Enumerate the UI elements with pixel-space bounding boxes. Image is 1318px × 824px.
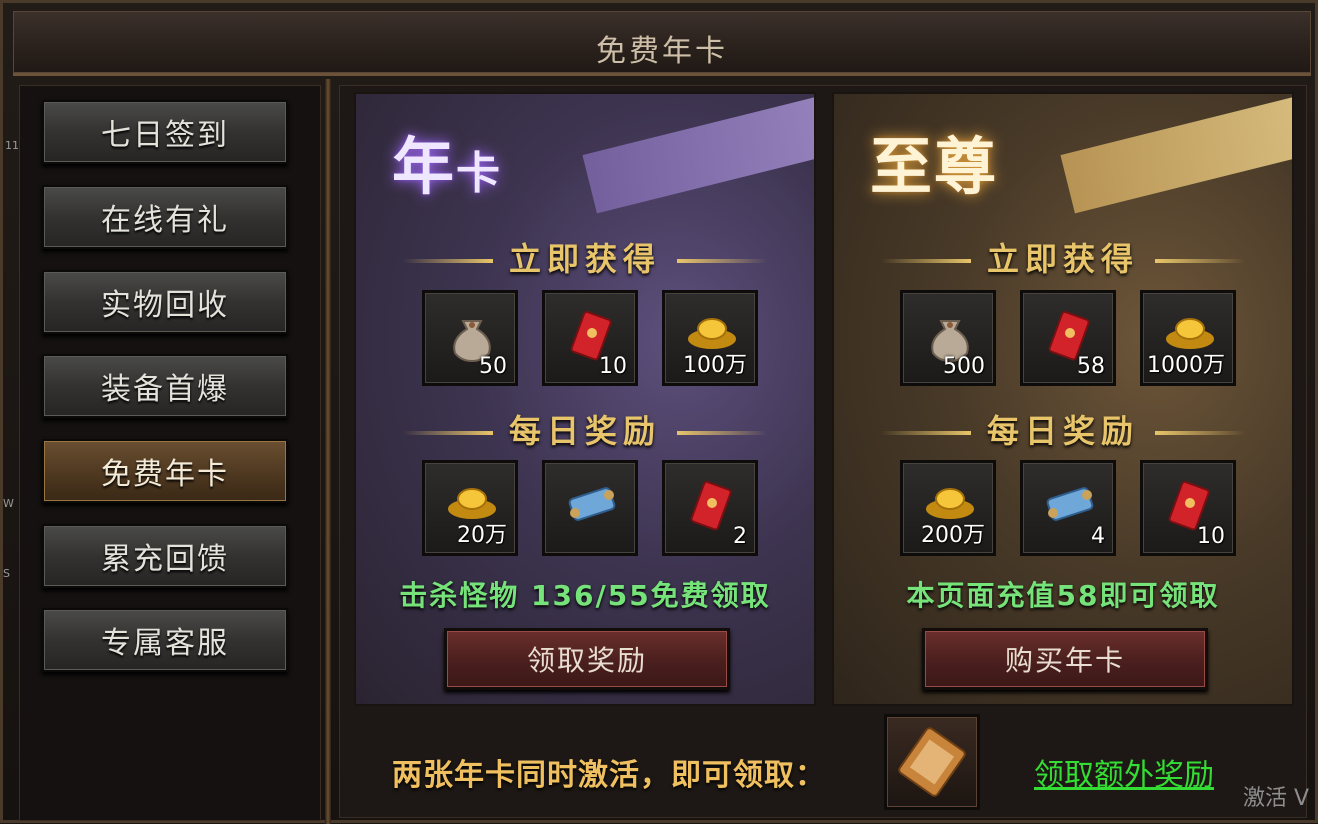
item-count: 50	[479, 354, 507, 379]
daily-items: 200万 4 10	[900, 460, 1236, 556]
supreme-card-panel: 至尊 立即获得 500 58 1000万 每日奖励 200万 4 10 本页面充…	[832, 92, 1294, 706]
game-window: 免费年卡 11 F9 W D S 七日签到 在线有礼 实物回收 装备首爆 免费年…	[0, 0, 1318, 824]
window-title: 免费年卡	[596, 34, 728, 69]
supreme-card-logo: 至尊	[870, 116, 998, 206]
logo-sub-char: 卡	[456, 148, 503, 199]
scroll-icon	[568, 487, 616, 521]
ornament-icon	[677, 431, 767, 435]
immediate-items: 50 10 100万	[422, 290, 758, 386]
nav-item-recycle[interactable]: 实物回收	[42, 270, 288, 334]
bonus-reward-slot[interactable]	[884, 714, 980, 810]
reward-slot[interactable]: 10	[542, 290, 638, 386]
section-heading: 每日奖励	[356, 406, 814, 452]
claim-extra-reward-link[interactable]: 领取额外奖励	[1034, 750, 1214, 794]
nav-free-annual-card[interactable]: 免费年卡	[42, 439, 288, 503]
nav-recharge-reward[interactable]: 累充回馈	[42, 524, 288, 588]
ornament-icon	[1155, 259, 1245, 263]
nav-seven-day-signin[interactable]: 七日签到	[42, 100, 288, 164]
bonus-description: 两张年卡同时激活，即可领取：	[392, 758, 826, 793]
item-count: 10	[1197, 524, 1225, 549]
item-count: 200万	[921, 523, 985, 548]
ornament-icon	[402, 259, 493, 263]
ribbon-decoration	[582, 94, 814, 214]
panel-divider	[325, 79, 331, 824]
nav-online-gift[interactable]: 在线有礼	[42, 185, 288, 249]
title-underline	[13, 73, 1311, 76]
bonus-bar: 两张年卡同时激活，即可领取： 领取额外奖励	[340, 712, 1306, 816]
treasure-scroll-icon	[898, 727, 966, 797]
reward-slot[interactable]: 1000万	[1140, 290, 1236, 386]
edge-label: W	[3, 497, 14, 510]
annual-card-panel: 年卡 立即获得 50 10 100万 每日奖励 20万 2 击杀怪物 136/5…	[354, 92, 816, 706]
item-count: 100万	[683, 353, 747, 378]
logo-main-char: 至	[870, 130, 935, 203]
main-panel: 年卡 立即获得 50 10 100万 每日奖励 20万 2 击杀怪物 136/5…	[339, 85, 1307, 818]
watermark-text: 激活 V	[1242, 786, 1309, 811]
reward-slot[interactable]: 50	[422, 290, 518, 386]
section-title: 立即获得	[986, 240, 1139, 278]
ornament-icon	[402, 431, 493, 435]
daily-items: 20万 2	[422, 460, 758, 556]
section-heading: 每日奖励	[834, 406, 1292, 452]
annual-card-logo: 年卡	[392, 116, 502, 206]
item-count: 2	[733, 524, 747, 549]
section-title: 每日奖励	[508, 412, 661, 450]
item-count: 4	[1091, 524, 1105, 549]
ornament-icon	[677, 259, 767, 263]
logo-sub-char: 尊	[934, 130, 999, 203]
title-bar: 免费年卡	[13, 11, 1311, 73]
section-title: 每日奖励	[986, 412, 1139, 450]
ornament-icon	[1155, 431, 1245, 435]
item-count: 20万	[457, 523, 507, 548]
reward-slot[interactable]: 2	[662, 460, 758, 556]
reward-slot[interactable]: 500	[900, 290, 996, 386]
edge-label: S	[3, 567, 10, 580]
claim-reward-button[interactable]: 领取奖励	[444, 628, 730, 690]
item-count: 500	[943, 354, 985, 379]
item-count: 10	[599, 354, 627, 379]
nav-first-drop[interactable]: 装备首爆	[42, 354, 288, 418]
section-title: 立即获得	[508, 240, 661, 278]
logo-main-char: 年	[392, 130, 457, 203]
nav-customer-service[interactable]: 专属客服	[42, 608, 288, 672]
reward-slot[interactable]: 200万	[900, 460, 996, 556]
ornament-icon	[880, 431, 971, 435]
reward-slot[interactable]: 10	[1140, 460, 1236, 556]
ribbon-decoration	[1060, 94, 1292, 214]
buy-annual-card-button[interactable]: 购买年卡	[922, 628, 1208, 690]
ornament-icon	[880, 259, 971, 263]
item-count: 1000万	[1147, 353, 1225, 378]
reward-slot[interactable]: 100万	[662, 290, 758, 386]
sidebar: 七日签到 在线有礼 实物回收 装备首爆 免费年卡 累充回馈 专属客服	[19, 85, 321, 821]
edge-label: 11	[5, 139, 19, 152]
immediate-items: 500 58 1000万	[900, 290, 1236, 386]
reward-slot[interactable]: 20万	[422, 460, 518, 556]
section-heading: 立即获得	[356, 234, 814, 280]
recharge-status: 本页面充值58即可领取	[906, 579, 1220, 612]
reward-slot[interactable]: 4	[1020, 460, 1116, 556]
section-heading: 立即获得	[834, 234, 1292, 280]
progress-status: 击杀怪物 136/55免费领取	[399, 579, 771, 612]
reward-slot[interactable]	[542, 460, 638, 556]
item-count: 58	[1077, 354, 1105, 379]
reward-slot[interactable]: 58	[1020, 290, 1116, 386]
